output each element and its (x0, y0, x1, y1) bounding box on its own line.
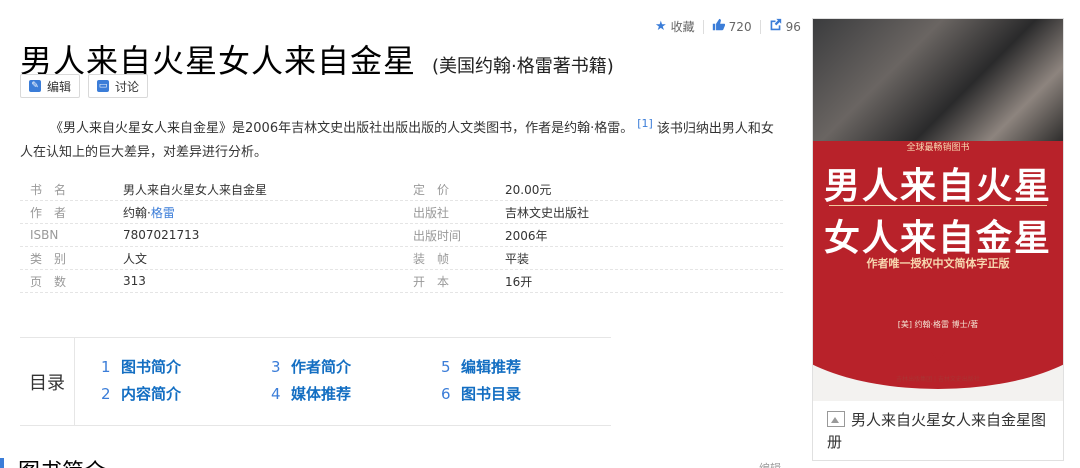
toc-columns: 1 图书简介 2 内容简介 3 作者简介 4 媒体推荐 5 编辑推荐 6 图书目录 (75, 338, 611, 425)
album-card[interactable]: 全球最畅销图书 男人来自火星 女人来自金星 作者唯一授权中文简体字正版 [美] … (812, 18, 1064, 461)
image-icon (827, 411, 845, 427)
info-row: 书 名 男人来自火星女人来自金星 定 价 20.00元 (20, 178, 783, 201)
page-subtitle: (美国约翰·格雷著书籍) (432, 56, 614, 77)
like-button[interactable]: 720 (712, 18, 752, 35)
edit-button[interactable]: ✎ 编辑 (20, 74, 81, 98)
info-value: 人文 (123, 251, 148, 266)
toc-label: 目录 (20, 338, 75, 425)
share-count: 96 (785, 19, 801, 34)
info-key: 出版社 (413, 205, 450, 220)
info-value: 2006年 (505, 228, 548, 243)
toc-number: 2 (101, 385, 111, 403)
info-key: 定 价 (413, 182, 450, 197)
book-cover-image[interactable]: 全球最畅销图书 男人来自火星 女人来自金星 作者唯一授权中文简体字正版 [美] … (813, 19, 1063, 401)
toc-number: 5 (441, 358, 451, 376)
info-key: 开 本 (413, 274, 450, 289)
toolbar: ✎ 编辑 ▭ 讨论 (20, 74, 149, 98)
info-value: 7807021713 (123, 228, 200, 242)
info-key: 书 名 (30, 182, 67, 197)
toc-item[interactable]: 3 作者简介 (271, 354, 441, 381)
chat-icon: ▭ (97, 80, 110, 92)
toc-item[interactable]: 6 图书目录 (441, 381, 611, 408)
stats-bar: ★ 收藏 720 96 (655, 18, 801, 35)
info-key: 装 帧 (413, 251, 450, 266)
edit-label: 编辑 (47, 79, 72, 94)
divider (759, 19, 761, 34)
toc-number: 3 (271, 358, 281, 376)
divider (702, 19, 704, 34)
toc-item[interactable]: 2 内容简介 (101, 381, 271, 408)
cover-triangle (931, 352, 945, 361)
toc-item[interactable]: 1 图书简介 (101, 354, 271, 381)
toc-link[interactable]: 作者简介 (291, 354, 351, 381)
toc-link[interactable]: 编辑推荐 (461, 354, 521, 381)
info-value: 平装 (505, 251, 530, 266)
share-icon (769, 18, 782, 35)
discuss-label: 讨论 (115, 79, 140, 94)
info-value: 313 (123, 274, 146, 288)
toc-number: 4 (271, 385, 281, 403)
publisher-link[interactable]: 吉林文史出版社 (505, 204, 783, 221)
section-title: 图书简介 (18, 454, 106, 468)
info-key: 类 别 (30, 251, 67, 266)
album-caption-text: 男人来自火星女人来自金星图册 (827, 411, 1047, 451)
table-of-contents: 目录 1 图书简介 2 内容简介 3 作者简介 4 媒体推荐 5 编辑推荐 6 图书目录 (20, 337, 611, 426)
info-row: 类 别 人文 装 帧 平装 (20, 247, 783, 270)
summary-paragraph: 《男人来自火星女人来自金星》是2006年吉林文史出版社出版出版的人文类图书，作者… (20, 112, 785, 165)
toc-link[interactable]: 图书简介 (121, 354, 181, 381)
info-row: 作 者 约翰·格雷 出版社 吉林文史出版社 (20, 201, 783, 224)
toc-item[interactable]: 4 媒体推荐 (271, 381, 441, 408)
discuss-button[interactable]: ▭ 讨论 (88, 74, 149, 98)
toc-link[interactable]: 图书目录 (461, 381, 521, 408)
cover-title-line2: 女人来自金星 (823, 217, 1052, 259)
toc-column: 3 作者简介 4 媒体推荐 (271, 354, 441, 425)
favorite-button[interactable]: ★ 收藏 (655, 18, 695, 35)
toc-item[interactable]: 5 编辑推荐 (441, 354, 611, 381)
reference-link[interactable]: [1] (637, 117, 653, 130)
share-button[interactable]: 96 (769, 18, 801, 35)
info-key: 作 者 (30, 205, 67, 220)
cover-edition-note: 作者唯一授权中文简体字正版 (866, 257, 1010, 270)
author-prefix: 约翰· (123, 205, 151, 220)
section-header: 图书简介 编辑 (0, 454, 785, 468)
info-value: 男人来自火星女人来自金星 (123, 182, 268, 197)
pencil-icon: ✎ (29, 80, 41, 92)
album-caption[interactable]: 男人来自火星女人来自金星图册 (827, 409, 1051, 453)
section-marker (0, 458, 4, 468)
cover-author: [美] 约翰·格雷 博士/著 (897, 320, 979, 329)
info-value-author: 约翰·格雷 (123, 204, 413, 221)
info-row: ISBN 7807021713 出版时间 2006年 (20, 224, 783, 247)
cover-tagline: 全球最畅销图书 (906, 143, 970, 153)
cover-publisher: 吉林出版集团 | 吉林文史出版社 (896, 376, 980, 383)
basic-info-table: 书 名 男人来自火星女人来自金星 定 价 20.00元 作 者 约翰·格雷 出版… (20, 178, 783, 293)
author-link[interactable]: 格雷 (151, 206, 175, 220)
section-edit-link[interactable]: 编辑 (759, 460, 781, 468)
like-count: 720 (728, 19, 752, 34)
info-row: 页 数 313 开 本 16开 (20, 270, 783, 293)
info-key: 出版时间 (413, 228, 462, 243)
info-key: 页 数 (30, 274, 67, 289)
toc-number: 6 (441, 385, 451, 403)
toc-link[interactable]: 内容简介 (121, 381, 181, 408)
cover-photo (813, 19, 1063, 141)
favorite-label: 收藏 (670, 20, 695, 34)
info-key: ISBN (30, 228, 59, 242)
summary-text-before: 《男人来自火星女人来自金星》是2006年吉林文史出版社出版出版的人文类图书，作者… (50, 121, 634, 137)
cover-title-line1: 男人来自火星 (823, 165, 1052, 207)
toc-column: 1 图书简介 2 内容简介 (101, 354, 271, 425)
star-icon: ★ (655, 19, 667, 34)
toc-number: 1 (101, 358, 111, 376)
info-value: 20.00元 (505, 182, 552, 197)
info-value: 16开 (505, 274, 533, 289)
toc-link[interactable]: 媒体推荐 (291, 381, 351, 408)
thumbs-up-icon (712, 18, 725, 35)
toc-column: 5 编辑推荐 6 图书目录 (441, 354, 611, 425)
